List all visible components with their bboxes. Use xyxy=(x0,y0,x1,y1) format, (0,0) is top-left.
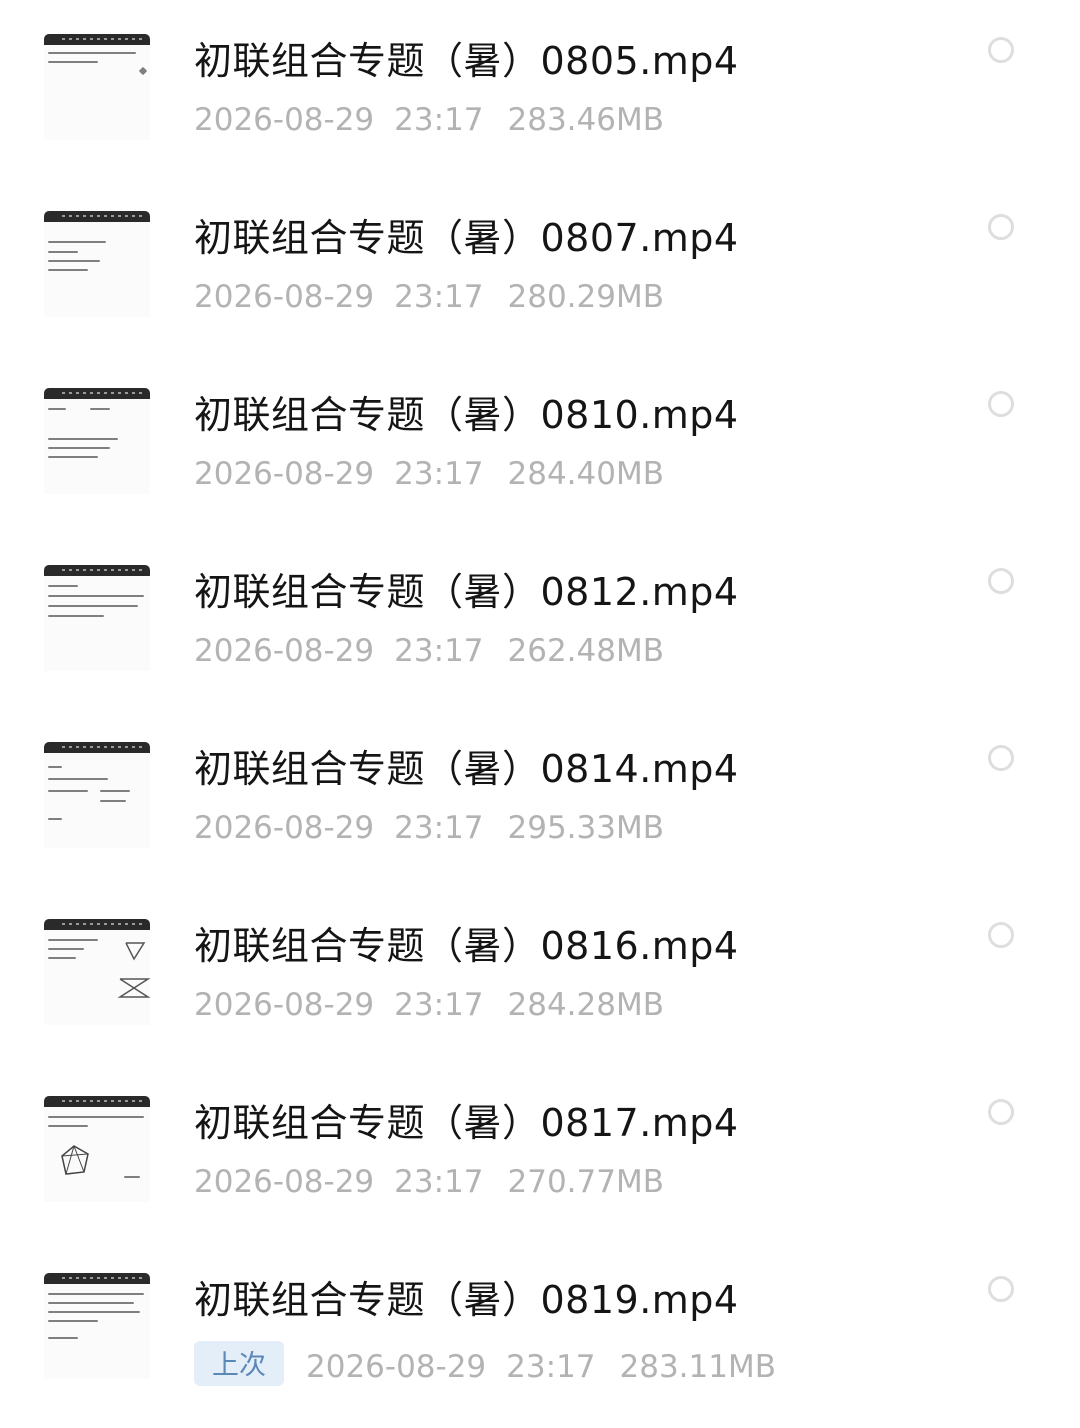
file-list: 初联组合专题（暑）0805.mp4 2026-08-29 23:17 283.46M… xyxy=(0,0,1080,1428)
file-name: 初联组合专题（暑）0814.mp4 xyxy=(194,747,739,791)
radio-unchecked-icon[interactable] xyxy=(988,1099,1014,1125)
file-size: 284.28MB xyxy=(507,987,664,1023)
radio-unchecked-icon[interactable] xyxy=(988,568,1014,594)
file-name: 初联组合专题（暑）0816.mp4 xyxy=(194,924,739,968)
file-size: 295.33MB xyxy=(507,810,664,846)
file-row[interactable]: 初联组合专题（暑）0819.mp4 上次 2026-08-29 23:17 283.1… xyxy=(0,1239,1080,1416)
file-meta: 2026-08-29 23:17 284.28MB xyxy=(194,987,664,1023)
file-row[interactable]: 初联组合专题（暑）0807.mp4 2026-08-29 23:17 280.29M… xyxy=(0,177,1080,354)
file-time: 23:17 xyxy=(394,102,484,138)
file-date: 2026-08-29 xyxy=(194,279,375,315)
radio-unchecked-icon[interactable] xyxy=(988,1276,1014,1302)
file-time: 23:17 xyxy=(394,810,484,846)
file-date: 2026-08-29 xyxy=(194,1164,375,1200)
file-meta: 2026-08-29 23:17 283.46MB xyxy=(194,102,664,138)
file-row[interactable]: 初联组合专题（暑）0805.mp4 2026-08-29 23:17 283.46M… xyxy=(0,0,1080,177)
radio-unchecked-icon[interactable] xyxy=(988,391,1014,417)
file-name: 初联组合专题（暑）0810.mp4 xyxy=(194,393,739,437)
file-size: 262.48MB xyxy=(507,633,664,669)
file-meta: 上次 2026-08-29 23:17 283.11MB xyxy=(194,1341,776,1386)
video-thumbnail-icon xyxy=(44,211,150,317)
video-thumbnail-icon xyxy=(44,388,150,494)
video-thumbnail-icon xyxy=(44,1273,150,1379)
file-time: 23:17 xyxy=(394,1164,484,1200)
file-time: 23:17 xyxy=(394,633,484,669)
file-meta: 2026-08-29 23:17 262.48MB xyxy=(194,633,664,669)
file-name: 初联组合专题（暑）0817.mp4 xyxy=(194,1101,739,1145)
file-name: 初联组合专题（暑）0805.mp4 xyxy=(194,39,739,83)
radio-unchecked-icon[interactable] xyxy=(988,745,1014,771)
file-time: 23:17 xyxy=(394,987,484,1023)
file-date: 2026-08-29 xyxy=(194,987,375,1023)
file-size: 283.11MB xyxy=(619,1349,776,1385)
video-thumbnail-icon xyxy=(44,565,150,671)
file-date: 2026-08-29 xyxy=(194,633,375,669)
file-size: 280.29MB xyxy=(507,279,664,315)
video-thumbnail-icon xyxy=(44,34,150,140)
file-meta: 2026-08-29 23:17 280.29MB xyxy=(194,279,664,315)
file-time: 23:17 xyxy=(394,456,484,492)
file-date: 2026-08-29 xyxy=(194,810,375,846)
video-thumbnail-icon xyxy=(44,1096,150,1202)
file-time: 23:17 xyxy=(394,279,484,315)
file-meta: 2026-08-29 23:17 270.77MB xyxy=(194,1164,664,1200)
file-date: 2026-08-29 xyxy=(194,102,375,138)
file-row[interactable]: 初联组合专题（暑）0817.mp4 2026-08-29 23:17 270.77M… xyxy=(0,1062,1080,1239)
file-row[interactable]: 初联组合专题（暑）0814.mp4 2026-08-29 23:17 295.33M… xyxy=(0,708,1080,885)
file-row[interactable]: 初联组合专题（暑）0812.mp4 2026-08-29 23:17 262.48M… xyxy=(0,531,1080,708)
file-date: 2026-08-29 xyxy=(194,456,375,492)
radio-unchecked-icon[interactable] xyxy=(988,37,1014,63)
video-thumbnail-icon xyxy=(44,919,150,1025)
radio-unchecked-icon[interactable] xyxy=(988,922,1014,948)
file-name: 初联组合专题（暑）0807.mp4 xyxy=(194,216,739,260)
radio-unchecked-icon[interactable] xyxy=(988,214,1014,240)
file-date: 2026-08-29 xyxy=(306,1349,487,1385)
file-name: 初联组合专题（暑）0812.mp4 xyxy=(194,570,739,614)
file-row[interactable]: 初联组合专题（暑）0816.mp4 2026-08-29 23:17 284.28M… xyxy=(0,885,1080,1062)
video-thumbnail-icon xyxy=(44,742,150,848)
file-size: 270.77MB xyxy=(507,1164,664,1200)
file-size: 284.40MB xyxy=(507,456,664,492)
file-meta: 2026-08-29 23:17 284.40MB xyxy=(194,456,664,492)
file-row[interactable]: 初联组合专题（暑）0810.mp4 2026-08-29 23:17 284.40M… xyxy=(0,354,1080,531)
file-name: 初联组合专题（暑）0819.mp4 xyxy=(194,1278,739,1322)
file-time: 23:17 xyxy=(506,1349,596,1385)
last-played-badge: 上次 xyxy=(194,1341,284,1386)
file-size: 283.46MB xyxy=(507,102,664,138)
file-meta: 2026-08-29 23:17 295.33MB xyxy=(194,810,664,846)
